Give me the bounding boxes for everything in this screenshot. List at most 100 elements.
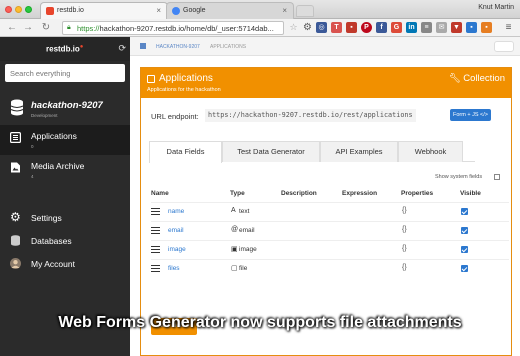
visible-checkbox[interactable] xyxy=(461,208,468,215)
image-type-icon: ▣ xyxy=(231,246,238,253)
new-tab-button[interactable] xyxy=(296,5,314,17)
endpoint-url[interactable]: https://hackathon-9207.restdb.io/rest/ap… xyxy=(205,109,416,122)
collection-icon xyxy=(10,132,21,143)
reload-icon[interactable]: ↻ xyxy=(40,22,52,34)
tab-label: restdb.io xyxy=(57,7,84,14)
table-row[interactable]: name A text {} xyxy=(151,202,509,220)
collection-settings-button[interactable]: 🔧︎ Collection xyxy=(449,73,505,84)
address-bar[interactable]: 🔒︎ https://hackathon-9207.restdb.io/home… xyxy=(62,21,284,35)
breadcrumb-search-input[interactable] xyxy=(494,41,514,52)
avatar-icon xyxy=(10,258,21,269)
browser-tab-google[interactable]: Google × xyxy=(166,2,294,19)
sidebar-item-settings[interactable]: ⚙ Settings xyxy=(0,208,130,228)
visible-checkbox[interactable] xyxy=(461,227,468,234)
browser-tab-restdb[interactable]: restdb.io × xyxy=(40,2,168,19)
mail-extension-icon[interactable]: ✉ xyxy=(436,22,447,33)
gear-extension-icon[interactable]: ⚙ xyxy=(302,22,313,33)
tab-api-examples[interactable]: API Examples xyxy=(320,141,398,162)
breadcrumb-database[interactable]: HACKATHON-9207 xyxy=(156,44,200,50)
google-favicon-icon xyxy=(172,7,180,15)
lock-icon: 🔒︎ xyxy=(67,24,71,31)
drag-handle-icon[interactable] xyxy=(151,246,160,253)
menu-icon[interactable]: ≡ xyxy=(503,22,514,33)
tab-test-data-generator[interactable]: Test Data Generator xyxy=(222,141,320,162)
browser-toolbar: ← → ↻ 🔒︎ https://hackathon-9207.restdb.i… xyxy=(0,19,520,37)
sidebar-item-count: 4 xyxy=(31,174,34,179)
sidebar-item-my-account[interactable]: My Account xyxy=(0,254,130,274)
endpoint-label: URL endpoint: xyxy=(151,112,199,121)
back-icon[interactable]: ← xyxy=(6,22,18,34)
sidebar-item-label: My Account xyxy=(31,259,75,269)
maximize-window-button[interactable] xyxy=(25,6,32,13)
field-type: email xyxy=(239,227,255,234)
table-row[interactable]: files ▢ file {} xyxy=(151,259,509,277)
linkedin-extension-icon[interactable]: in xyxy=(406,22,417,33)
app-sidebar: restdb.io● ⟳ Search everything hackathon… xyxy=(0,37,130,356)
field-name-link[interactable]: email xyxy=(168,227,184,234)
document-extension-icon[interactable]: ≡ xyxy=(421,22,432,33)
show-system-fields-label: Show system fields xyxy=(435,174,483,180)
field-name-link[interactable]: files xyxy=(168,265,180,272)
sidebar-item-applications[interactable]: Applications 0 xyxy=(0,125,130,155)
red-extension-icon[interactable]: ▪ xyxy=(346,22,357,33)
show-system-fields-checkbox[interactable] xyxy=(494,174,500,180)
close-window-button[interactable] xyxy=(5,6,12,13)
field-name-link[interactable]: image xyxy=(168,246,186,253)
table-row[interactable]: image ▣ image {} xyxy=(151,240,509,258)
column-header: Visible xyxy=(460,190,481,197)
search-input[interactable]: Search everything xyxy=(5,64,125,82)
restdb-favicon-icon xyxy=(46,7,54,15)
drag-handle-icon[interactable] xyxy=(151,265,160,272)
breadcrumb-collection: APPLICATIONS xyxy=(210,44,247,50)
pinterest-extension-icon[interactable]: P xyxy=(361,22,372,33)
sidebar-item-databases[interactable]: Databases xyxy=(0,231,130,251)
facebook-extension-icon[interactable]: f xyxy=(376,22,387,33)
drag-handle-icon[interactable] xyxy=(151,227,160,234)
url-scheme: https:// xyxy=(77,24,100,33)
field-type: text xyxy=(239,208,250,215)
t-extension-icon[interactable]: T xyxy=(331,22,342,33)
database-env: Development xyxy=(31,113,58,118)
table-row[interactable]: email @ email {} xyxy=(151,221,509,239)
text-type-icon: A xyxy=(231,207,236,214)
close-tab-icon[interactable]: × xyxy=(156,6,161,15)
google-plus-extension-icon[interactable]: G xyxy=(391,22,402,33)
pocket-extension-icon[interactable]: ▼ xyxy=(451,22,462,33)
globe-extension-icon[interactable]: ◎ xyxy=(316,22,327,33)
minimize-window-button[interactable] xyxy=(15,6,22,13)
database-icon xyxy=(11,235,20,246)
restdb-logo[interactable]: restdb.io● xyxy=(46,44,83,54)
browser-tabbar: restdb.io × Google × Knut Martin xyxy=(0,0,520,19)
tab-label: Google xyxy=(183,7,206,14)
page-subtitle: Applications for the hackathon xyxy=(147,87,221,93)
forward-icon[interactable]: → xyxy=(22,22,34,34)
column-header: Type xyxy=(230,190,245,197)
email-type-icon: @ xyxy=(231,226,239,233)
field-properties: {} xyxy=(402,226,407,233)
bookmark-star-icon[interactable]: ☆ xyxy=(288,22,299,33)
sync-icon[interactable]: ⟳ xyxy=(118,43,126,54)
close-tab-icon[interactable]: × xyxy=(282,6,287,15)
drag-handle-icon[interactable] xyxy=(151,208,160,215)
blue-extension-icon[interactable]: ▪ xyxy=(466,22,477,33)
screen: restdb.io × Google × Knut Martin ← → ↻ 🔒… xyxy=(0,0,520,356)
form-js-button[interactable]: Form + JS </> xyxy=(450,109,491,121)
field-properties: {} xyxy=(402,245,407,252)
field-name-link[interactable]: name xyxy=(168,208,184,215)
field-type: image xyxy=(239,246,257,253)
page-title: Applications xyxy=(159,73,213,84)
home-icon[interactable] xyxy=(140,43,146,49)
field-type: file xyxy=(239,265,248,272)
wrench-icon: 🔧︎ xyxy=(448,73,461,84)
tab-webhook[interactable]: Webhook xyxy=(398,141,463,162)
tab-data-fields[interactable]: Data Fields xyxy=(149,141,222,163)
sidebar-item-media-archive[interactable]: Media Archive 4 xyxy=(0,155,130,185)
tab-bar: Data Fields Test Data Generator API Exam… xyxy=(149,141,475,163)
visible-checkbox[interactable] xyxy=(461,246,468,253)
collection-icon xyxy=(147,75,155,83)
database-header[interactable]: hackathon-9207 Development xyxy=(0,95,130,125)
orange-extension-icon[interactable]: ▪ xyxy=(481,22,492,33)
visible-checkbox[interactable] xyxy=(461,265,468,272)
file-type-icon: ▢ xyxy=(231,265,238,272)
browser-user-label[interactable]: Knut Martin xyxy=(478,4,514,11)
